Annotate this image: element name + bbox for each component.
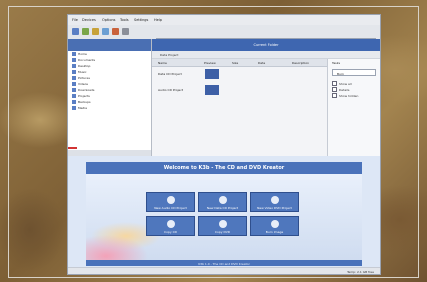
status-bar: Temp: 2.1 GB free	[68, 267, 380, 274]
folder-icon	[72, 94, 76, 98]
welcome-title-bar: Welcome to K3b - The CD and DVD Kreator	[86, 162, 362, 174]
table-row[interactable]: Audio CD Project	[152, 83, 327, 97]
folder-icon	[72, 100, 76, 104]
menu-devices[interactable]: Devices	[82, 18, 96, 22]
contents-panel: Current Folder Data Project Name Preview…	[152, 39, 380, 156]
menu-file[interactable]: File	[72, 18, 78, 22]
welcome-panel: Welcome to K3b - The CD and DVD Kreator …	[68, 156, 380, 274]
burn-button[interactable]: Burn	[332, 69, 376, 76]
cd-data-icon	[219, 196, 227, 204]
menu-help[interactable]: Help	[154, 18, 162, 22]
folder-tree: Home Documents Desktop Music Pictures Vi…	[68, 39, 152, 156]
preview-thumbnail	[205, 85, 219, 95]
folder-icon	[72, 52, 76, 56]
selection-marker	[68, 147, 77, 149]
welcome-tile-button[interactable]: Copy CD	[146, 216, 195, 236]
tasks-header: Tasks	[332, 61, 341, 65]
menu-options[interactable]: Options	[102, 18, 116, 22]
welcome-footer-text: K3b 1.0 - The CD and DVD Kreator	[198, 261, 250, 266]
welcome-tile-button[interactable]: Burn Image	[250, 216, 299, 236]
folder-icon	[72, 76, 76, 80]
welcome-tile-button[interactable]: New Video DVD Project	[250, 192, 299, 212]
status-text: Temp: 2.1 GB free	[347, 270, 374, 274]
menu-settings[interactable]: Settings	[134, 18, 148, 22]
checkbox-icon	[332, 81, 337, 86]
application-window: File Devices Options Tools Settings Help…	[67, 14, 381, 275]
burn-image-icon	[271, 220, 279, 228]
preview-thumbnail	[205, 69, 219, 79]
cd-audio-icon	[167, 196, 175, 204]
option-details[interactable]: Details	[332, 87, 349, 92]
column-name[interactable]: Name	[158, 61, 167, 65]
checkbox-icon	[332, 87, 337, 92]
panel-banner: Current Folder	[152, 39, 380, 51]
folder-icon	[72, 88, 76, 92]
new-project-icon[interactable]	[72, 28, 79, 35]
toolbar: /home/user/Documents	[68, 25, 380, 46]
copy-dvd-icon	[219, 220, 227, 228]
welcome-tile-button[interactable]: New Audio CD Project	[146, 192, 195, 212]
copy-cd-icon	[167, 220, 175, 228]
folder-icon	[72, 70, 76, 74]
column-size[interactable]: Size	[232, 61, 238, 65]
folder-icon	[72, 82, 76, 86]
dvd-video-icon	[271, 196, 279, 204]
copy-icon[interactable]	[102, 28, 109, 35]
folder-icon	[72, 64, 76, 68]
open-icon[interactable]	[82, 28, 89, 35]
option-show-hidden[interactable]: Show hidden	[332, 93, 358, 98]
settings-icon[interactable]	[122, 28, 129, 35]
tree-header	[68, 39, 151, 51]
table-row[interactable]: Data CD Project	[152, 67, 327, 81]
welcome-tile-button[interactable]: Copy DVD	[198, 216, 247, 236]
column-preview[interactable]: Preview	[204, 61, 216, 65]
folder-icon	[72, 106, 76, 110]
folder-icon	[72, 58, 76, 62]
menu-tools[interactable]: Tools	[120, 18, 129, 22]
panel-subhead: Data Project	[152, 51, 380, 59]
column-date[interactable]: Date	[258, 61, 265, 65]
welcome-title: Welcome to K3b - The CD and DVD Kreator	[163, 165, 285, 171]
welcome-footer-bar: K3b 1.0 - The CD and DVD Kreator	[86, 260, 362, 266]
tasks-pane: Tasks Burn Show all Details Show hidden	[327, 59, 380, 156]
checkbox-icon	[332, 93, 337, 98]
burn-icon[interactable]	[92, 28, 99, 35]
column-description[interactable]: Description	[292, 61, 309, 65]
option-show-all[interactable]: Show all	[332, 81, 352, 86]
format-icon[interactable]	[112, 28, 119, 35]
tree-item[interactable]: Media	[68, 105, 151, 111]
column-headers: Name Preview Size Date Description	[152, 59, 327, 67]
welcome-tile-button[interactable]: New Data CD Project	[198, 192, 247, 212]
